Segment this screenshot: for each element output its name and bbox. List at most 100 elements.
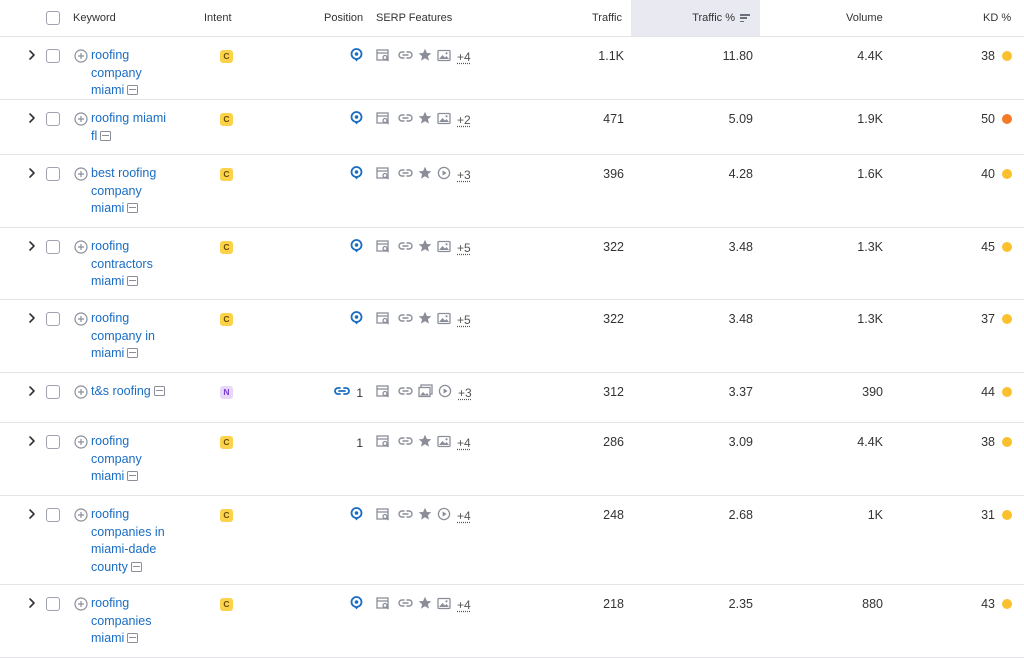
link-icon (398, 112, 413, 127)
keyword-link[interactable]: t&s roofing (91, 383, 211, 401)
serp-snippet-icon (376, 311, 390, 328)
more-serp-features-link[interactable]: +2 (457, 113, 471, 127)
keyword-link[interactable]: roofing company in miami (91, 310, 201, 363)
expand-row-chevron-icon[interactable] (26, 597, 38, 609)
more-serp-features-link[interactable]: +4 (457, 436, 471, 450)
expand-row-chevron-icon[interactable] (26, 508, 38, 520)
link-icon (398, 240, 413, 255)
column-header-kd[interactable]: KD % (983, 0, 1011, 36)
add-to-list-icon[interactable] (74, 240, 88, 254)
row-checkbox[interactable] (46, 435, 60, 449)
add-to-list-icon[interactable] (74, 597, 88, 611)
kd-value: 45 (981, 240, 995, 254)
expand-row-chevron-icon[interactable] (26, 385, 38, 397)
column-header-traffic-pct[interactable]: Traffic % (631, 0, 760, 36)
serp-page-icon[interactable] (127, 276, 139, 286)
keyword-line: company in (91, 328, 155, 343)
row-checkbox[interactable] (46, 312, 60, 326)
keyword-link[interactable]: roofing company miami (91, 433, 201, 486)
video-icon (437, 507, 451, 524)
serp-page-icon[interactable] (100, 130, 112, 141)
keyword-line: companies (91, 613, 152, 628)
expand-row-chevron-icon[interactable] (26, 112, 38, 124)
row-checkbox[interactable] (46, 240, 60, 254)
column-header-intent[interactable]: Intent (204, 0, 232, 36)
row-checkbox[interactable] (46, 167, 60, 181)
kd-value: 31 (981, 508, 995, 522)
keyword-link[interactable]: roofing company miami (91, 47, 201, 100)
row-checkbox[interactable] (46, 112, 60, 126)
keyword-link[interactable]: roofing companies miami (91, 595, 201, 648)
serp-features-cell: +5 (376, 311, 471, 327)
keyword-line: contractors (91, 256, 153, 271)
serp-page-icon[interactable] (153, 386, 165, 396)
traffic-percent-value: 3.09 (728, 435, 753, 449)
select-all-checkbox[interactable] (46, 11, 60, 25)
column-header-keyword[interactable]: Keyword (73, 0, 116, 36)
expand-row-chevron-icon[interactable] (26, 49, 38, 61)
more-serp-features-link[interactable]: +4 (457, 509, 471, 523)
keyword-link[interactable]: roofing contractors miami (91, 238, 201, 291)
more-serp-features-link[interactable]: +4 (457, 50, 471, 64)
row-checkbox[interactable] (46, 49, 60, 63)
column-header-traffic-pct-label: Traffic % (692, 12, 735, 24)
add-to-list-icon[interactable] (74, 49, 88, 63)
keyword-line: companies in (91, 524, 165, 539)
keyword-line: roofing (91, 311, 130, 325)
image-icon (437, 597, 451, 613)
keyword-line: company (91, 183, 142, 198)
column-header-position[interactable]: Position (324, 0, 363, 36)
column-header-volume[interactable]: Volume (846, 0, 883, 36)
serp-page-icon[interactable] (127, 633, 139, 643)
link-icon (398, 167, 413, 182)
serp-page-icon[interactable] (127, 348, 139, 358)
row-checkbox[interactable] (46, 597, 60, 611)
serp-page-icon[interactable] (130, 561, 142, 572)
more-serp-features-link[interactable]: +5 (457, 241, 471, 255)
traffic-value: 1.1K (598, 49, 624, 63)
traffic-percent-value: 2.68 (728, 508, 753, 522)
serp-snippet-icon (376, 596, 390, 613)
expand-row-chevron-icon[interactable] (26, 312, 38, 324)
traffic-percent-value: 3.37 (728, 385, 753, 399)
expand-row-chevron-icon[interactable] (26, 435, 38, 447)
serp-page-icon[interactable] (127, 471, 139, 481)
more-serp-features-link[interactable]: +3 (457, 168, 471, 182)
serp-page-icon[interactable] (127, 203, 139, 213)
column-header-traffic[interactable]: Traffic (592, 0, 622, 36)
kd-difficulty-dot (1002, 114, 1012, 124)
keyword-link[interactable]: roofing miami fl (91, 110, 201, 145)
image-icon (437, 435, 451, 451)
add-to-list-icon[interactable] (74, 508, 88, 522)
keyword-link[interactable]: best roofing company miami (91, 165, 201, 218)
kd-value: 44 (981, 385, 995, 399)
column-header-serp-features[interactable]: SERP Features (376, 0, 452, 36)
keyword-link[interactable]: roofing companies in miami-dade county (91, 506, 201, 576)
more-serp-features-link[interactable]: +4 (457, 598, 471, 612)
keyword-line: miami (91, 83, 125, 97)
keywords-table: Keyword Intent Position SERP Features Tr… (0, 0, 1024, 658)
add-to-list-icon[interactable] (74, 312, 88, 326)
expand-row-chevron-icon[interactable] (26, 167, 38, 179)
location-pin-icon (350, 311, 363, 329)
link-icon (398, 49, 413, 64)
link-icon (398, 508, 413, 523)
volume-value: 1.3K (857, 312, 883, 326)
more-serp-features-link[interactable]: +3 (458, 386, 472, 400)
row-checkbox[interactable] (46, 508, 60, 522)
volume-value: 4.4K (857, 435, 883, 449)
add-to-list-icon[interactable] (74, 167, 88, 181)
expand-row-chevron-icon[interactable] (26, 240, 38, 252)
serp-features-cell: +4 (376, 48, 471, 64)
keyword-line: roofing (91, 434, 130, 448)
more-serp-features-link[interactable]: +5 (457, 313, 471, 327)
serp-page-icon[interactable] (127, 85, 139, 95)
add-to-list-icon[interactable] (74, 112, 88, 126)
volume-value: 1.6K (857, 167, 883, 181)
keyword-line: miami (91, 469, 125, 483)
add-to-list-icon[interactable] (74, 435, 88, 449)
row-checkbox[interactable] (46, 385, 60, 399)
serp-snippet-icon (376, 239, 390, 256)
keyword-line: roofing miami (91, 111, 167, 125)
add-to-list-icon[interactable] (74, 385, 88, 399)
